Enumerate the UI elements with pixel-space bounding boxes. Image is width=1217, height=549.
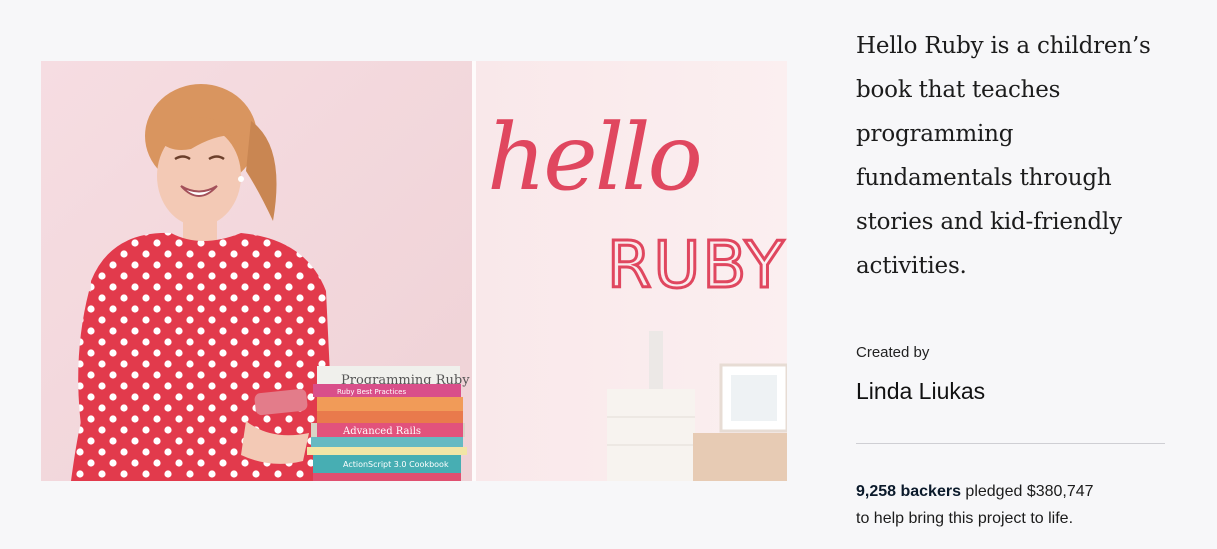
project-blurb: Hello Ruby is a children’s book that tea… (856, 33, 1151, 279)
project-page: Programming Ruby Ruby Best Practices Adv… (0, 0, 1217, 549)
book-4 (317, 411, 463, 423)
pledged-amount: pledged $380,747 (960, 483, 1094, 500)
backers-count: 9,258 backers (856, 483, 961, 500)
book-2-title: Ruby Best Practices (337, 388, 406, 396)
divider (856, 443, 1165, 444)
project-hero-image[interactable]: Programming Ruby Ruby Best Practices Adv… (41, 61, 787, 481)
hero-illustration: Programming Ruby Ruby Best Practices Adv… (41, 61, 787, 481)
help-text: to help bring this project to life. (856, 510, 1074, 527)
book-3 (317, 397, 463, 411)
book-stack: Programming Ruby Ruby Best Practices Adv… (307, 366, 470, 481)
ruby-lettering: RUBY (607, 229, 786, 303)
book-7 (311, 437, 463, 447)
funding-stats: 9,258 backers pledged $380,747 to help b… (856, 478, 1186, 532)
book-8 (307, 447, 467, 455)
hello-lettering: hello (487, 104, 700, 211)
book-9-title: ActionScript 3.0 Cookbook (343, 460, 449, 469)
creator-name-link[interactable]: Linda Liukas (856, 378, 985, 405)
wall-split (472, 61, 476, 481)
book-10 (313, 473, 461, 481)
created-by-label: Created by (856, 344, 930, 361)
book-6-title: Advanced Rails (342, 426, 421, 437)
